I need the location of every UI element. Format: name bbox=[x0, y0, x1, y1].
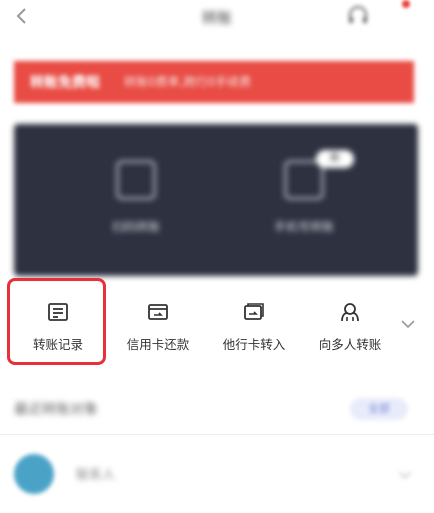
phone-transfer-icon bbox=[284, 160, 324, 200]
multi-person-transfer-label: 向多人转账 bbox=[318, 337, 382, 352]
multi-person-transfer-icon bbox=[341, 303, 359, 322]
new-badge: 新 bbox=[316, 150, 354, 168]
scan-transfer-icon bbox=[116, 160, 156, 200]
phone-transfer-button[interactable]: 手机号转账 bbox=[254, 160, 354, 235]
transfer-feature-card: 扫码转账 手机号转账 新 bbox=[14, 124, 418, 276]
other-bank-transfer-in-label: 他行卡转入 bbox=[222, 337, 286, 352]
contact-row[interactable]: 联系人 bbox=[0, 448, 434, 508]
avatar bbox=[14, 454, 54, 494]
highlight-box bbox=[7, 278, 106, 365]
scan-transfer-label: 扫码转账 bbox=[111, 220, 160, 234]
notification-dot bbox=[402, 0, 410, 8]
recent-transfers-title: 最近转账对象 bbox=[14, 402, 98, 418]
recent-all-button[interactable]: 全部 bbox=[350, 398, 408, 420]
credit-card-repay-label: 信用卡还款 bbox=[126, 337, 190, 352]
other-bank-transfer-in-icon bbox=[244, 303, 264, 320]
recent-transfers-header: 最近转账对象 全部 bbox=[0, 390, 434, 430]
quick-actions: 转账记录 信用卡还款 他行卡转入 向多人转账 bbox=[0, 276, 434, 366]
chevron-down-icon[interactable] bbox=[396, 466, 414, 484]
credit-card-repay-icon bbox=[148, 304, 168, 320]
promo-banner[interactable]: 转账免费啦 转账0费率,跨行0手续费 bbox=[14, 61, 414, 103]
promo-banner-title: 转账免费啦 bbox=[30, 75, 100, 91]
headset-icon bbox=[349, 6, 367, 23]
scan-transfer-button[interactable]: 扫码转账 bbox=[86, 160, 186, 235]
other-bank-transfer-in-button[interactable]: 他行卡转入 bbox=[206, 300, 302, 353]
contact-name: 联系人 bbox=[76, 468, 116, 483]
phone-transfer-label: 手机号转账 bbox=[273, 220, 334, 234]
customer-service-button[interactable] bbox=[346, 4, 370, 28]
credit-card-repay-button[interactable]: 信用卡还款 bbox=[110, 300, 206, 353]
multi-person-transfer-button[interactable]: 向多人转账 bbox=[302, 300, 398, 353]
expand-chevron-icon[interactable] bbox=[398, 314, 418, 334]
divider bbox=[0, 434, 434, 435]
nav-bar: 转账 bbox=[0, 0, 434, 34]
promo-banner-text: 转账0费率,跨行0手续费 bbox=[124, 75, 252, 89]
